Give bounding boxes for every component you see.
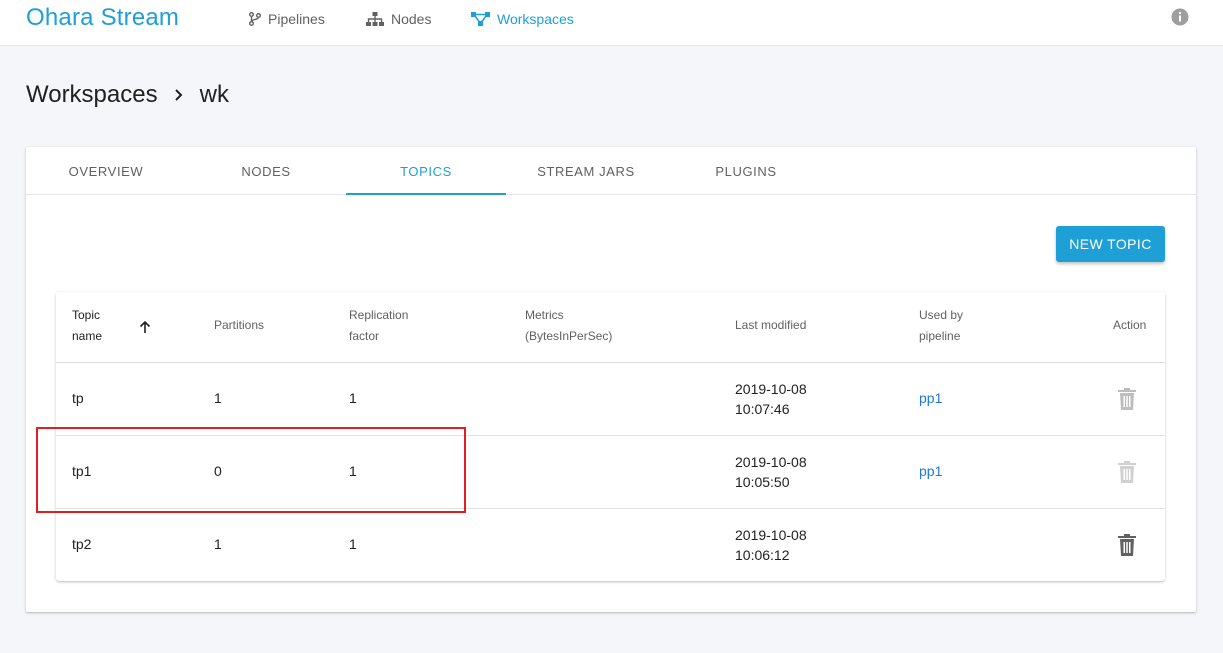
breadcrumb-current: wk xyxy=(199,81,229,108)
arrow-up-icon[interactable] xyxy=(138,320,152,334)
col-topic-name[interactable]: Topic name xyxy=(72,305,102,347)
col-replication-factor[interactable]: Replication factor xyxy=(349,305,408,347)
tab-plugins[interactable]: PLUGINS xyxy=(666,147,826,195)
branch-icon xyxy=(249,12,261,26)
new-topic-button[interactable]: NEW TOPIC xyxy=(1056,226,1165,262)
partitions-value: 1 xyxy=(214,390,222,406)
last-modified-value: 2019-10-08 10:06:12 xyxy=(735,527,807,563)
workspace-card: OVERVIEW NODES TOPICS STREAM JARS PLUGIN… xyxy=(26,147,1196,612)
workspaces-icon xyxy=(471,12,490,26)
nav-nodes[interactable]: Nodes xyxy=(366,10,431,28)
topic-name: tp xyxy=(72,390,84,406)
trash-icon[interactable] xyxy=(1117,534,1137,556)
col-used-by-pipeline[interactable]: Used by pipeline xyxy=(919,305,963,347)
replication-value: 1 xyxy=(349,463,357,479)
last-modified-value: 2019-10-08 10:05:50 xyxy=(735,454,807,490)
tab-nodes[interactable]: NODES xyxy=(186,147,346,195)
topics-table: Topic name Partitions Replication factor… xyxy=(56,292,1165,581)
tab-topics[interactable]: TOPICS xyxy=(346,147,506,195)
app-header: Ohara Stream Pipelines Nodes Workspaces xyxy=(0,0,1223,46)
tab-overview[interactable]: OVERVIEW xyxy=(26,147,186,195)
partitions-value: 1 xyxy=(214,536,222,552)
breadcrumb: Workspaces wk xyxy=(26,80,229,110)
table-row: tp1 0 1 2019-10-08 10:05:50 pp1 xyxy=(56,436,1165,509)
topic-name: tp1 xyxy=(72,463,92,479)
nav-workspaces-label: Workspaces xyxy=(497,11,574,27)
active-tab-indicator xyxy=(346,193,506,195)
replication-value: 1 xyxy=(349,536,357,552)
breadcrumb-parent[interactable]: Workspaces xyxy=(26,81,158,109)
brand-logo[interactable]: Ohara Stream xyxy=(26,4,179,32)
nav-workspaces[interactable]: Workspaces xyxy=(471,10,574,28)
col-partitions[interactable]: Partitions xyxy=(214,315,264,336)
nav-nodes-label: Nodes xyxy=(391,11,432,27)
tab-stream-jars[interactable]: STREAM JARS xyxy=(506,147,666,195)
col-last-modified[interactable]: Last modified xyxy=(735,315,806,336)
nav-pipelines-label: Pipelines xyxy=(268,11,325,27)
replication-value: 1 xyxy=(349,390,357,406)
last-modified-value: 2019-10-08 10:07:46 xyxy=(735,381,807,417)
partitions-value: 0 xyxy=(214,463,222,479)
col-action: Action xyxy=(1113,318,1147,332)
topic-name: tp2 xyxy=(72,536,92,552)
nav-pipelines[interactable]: Pipelines xyxy=(249,10,325,28)
table-row: tp2 1 1 2019-10-08 10:06:12 xyxy=(56,509,1165,581)
col-metrics[interactable]: Metrics (BytesInPerSec) xyxy=(525,305,612,347)
chevron-right-icon xyxy=(174,88,184,102)
info-icon[interactable] xyxy=(1171,8,1189,26)
table-row: tp 1 1 2019-10-08 10:07:46 pp1 xyxy=(56,363,1165,436)
sitemap-icon xyxy=(366,12,384,26)
pipeline-link[interactable]: pp1 xyxy=(919,390,942,406)
tab-bar: OVERVIEW NODES TOPICS STREAM JARS PLUGIN… xyxy=(26,147,1196,195)
pipeline-link[interactable]: pp1 xyxy=(919,463,942,479)
trash-icon[interactable] xyxy=(1117,461,1137,483)
trash-icon[interactable] xyxy=(1117,388,1137,410)
table-header: Topic name Partitions Replication factor… xyxy=(56,292,1165,363)
